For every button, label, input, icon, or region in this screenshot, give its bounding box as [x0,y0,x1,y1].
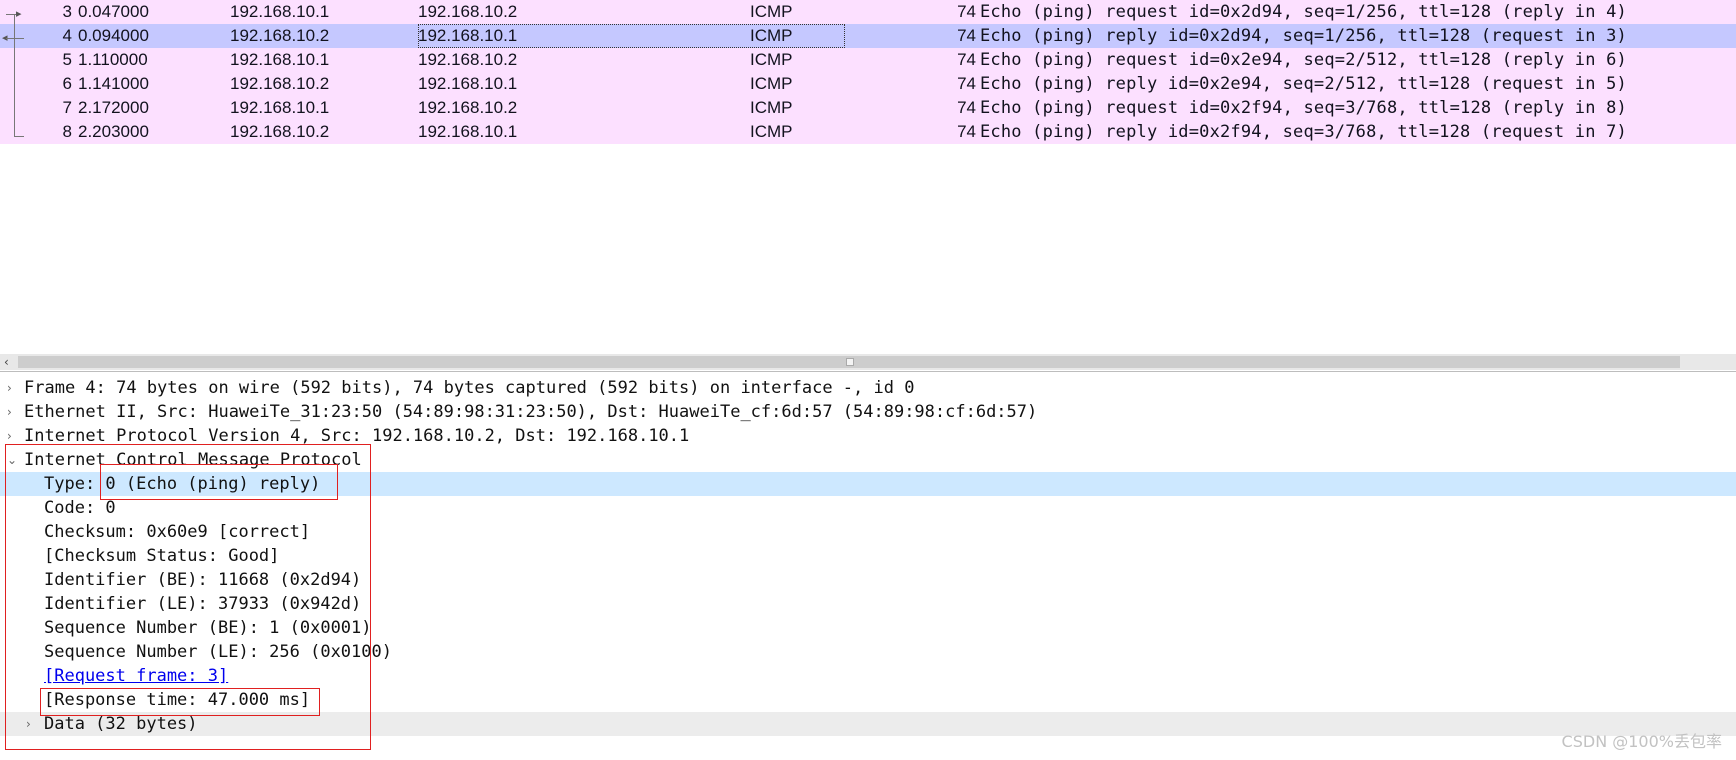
related-request-arrow-icon: ▸ [16,7,22,20]
tree-item-label: Data (32 bytes) [44,714,198,734]
packet-row[interactable]: 6 1.141000 192.168.10.2 192.168.10.1 ICM… [0,72,1736,96]
packet-number: 7 [62,98,72,117]
tree-item-sequence-le[interactable]: Sequence Number (LE): 256 (0x0100) [0,640,1736,664]
packet-time: 2.203000 [78,122,149,141]
packet-details-pane: › Frame 4: 74 bytes on wire (592 bits), … [0,376,1736,760]
tree-item-label: Sequence Number (BE): 1 (0x0001) [44,618,372,638]
tree-item-response-time[interactable]: [Response time: 47.000 ms] [0,688,1736,712]
conversation-line [14,14,15,136]
packet-length: 74 [957,2,976,21]
packet-info: Echo (ping) request id=0x2f94, seq=3/768… [980,98,1627,118]
conversation-tick [14,136,24,137]
packet-source: 192.168.10.2 [230,74,330,93]
pane-splitter[interactable] [0,371,1736,372]
tree-item-frame[interactable]: › Frame 4: 74 bytes on wire (592 bits), … [0,376,1736,400]
tree-item-ethernet[interactable]: › Ethernet II, Src: HuaweiTe_31:23:50 (5… [0,400,1736,424]
tree-item-identifier-le[interactable]: Identifier (LE): 37933 (0x942d) [0,592,1736,616]
request-frame-link[interactable]: [Request frame: 3] [44,664,228,688]
packet-number: 5 [62,50,72,69]
packet-info: Echo (ping) reply id=0x2f94, seq=3/768, … [980,122,1627,142]
chevron-down-icon[interactable]: ⌄ [7,448,17,472]
tree-item-request-frame[interactable]: [Request frame: 3] [0,664,1736,688]
tree-item-label: Sequence Number (LE): 256 (0x0100) [44,642,392,662]
horizontal-scrollbar[interactable]: ‹ [0,354,1736,370]
packet-number: 6 [62,74,72,93]
tree-item-label: [Checksum Status: Good] [44,546,280,566]
packet-destination: 192.168.10.2 [418,2,518,21]
conversation-tick [6,38,24,39]
packet-number: 3 [62,2,72,21]
packet-destination: 192.168.10.2 [418,50,518,69]
tree-item-label: Ethernet II, Src: HuaweiTe_31:23:50 (54:… [24,402,1038,422]
packet-time: 1.141000 [78,74,149,93]
packet-info: Echo (ping) request id=0x2e94, seq=2/512… [980,50,1627,70]
packet-destination: 192.168.10.2 [418,98,518,117]
tree-item-icmp-type[interactable]: Type: 0 (Echo (ping) reply) [0,472,1736,496]
packet-info: Echo (ping) reply id=0x2d94, seq=1/256, … [980,26,1627,46]
packet-protocol: ICMP [750,122,793,141]
packet-time: 0.094000 [78,26,149,45]
tree-item-data[interactable]: › Data (32 bytes) [0,712,1736,736]
tree-item-label: Internet Control Message Protocol [24,450,362,470]
tree-item-label: Identifier (BE): 11668 (0x2d94) [44,570,362,590]
packet-protocol: ICMP [750,26,793,45]
packet-row[interactable]: 7 2.172000 192.168.10.1 192.168.10.2 ICM… [0,96,1736,120]
tree-item-label: Checksum: 0x60e9 [correct] [44,522,311,542]
watermark: CSDN @100%丢包率 [1561,732,1722,751]
packet-protocol: ICMP [750,98,793,117]
chevron-right-icon[interactable]: › [7,400,12,424]
tree-item-ip[interactable]: › Internet Protocol Version 4, Src: 192.… [0,424,1736,448]
packet-source: 192.168.10.2 [230,26,330,45]
packet-source: 192.168.10.1 [230,98,330,117]
packet-length: 74 [957,74,976,93]
packet-source: 192.168.10.2 [230,122,330,141]
packet-time: 0.047000 [78,2,149,21]
packet-row-selected[interactable]: 4 0.094000 192.168.10.2 192.168.10.1 ICM… [0,24,1736,48]
tree-item-icmp[interactable]: ⌄ Internet Control Message Protocol [0,448,1736,472]
packet-source: 192.168.10.1 [230,2,330,21]
packet-length: 74 [957,26,976,45]
packet-row[interactable]: 3 0.047000 192.168.10.1 192.168.10.2 ICM… [0,0,1736,24]
packet-length: 74 [957,122,976,141]
packet-time: 2.172000 [78,98,149,117]
tree-item-label: Type: 0 (Echo (ping) reply) [44,474,321,494]
tree-item-label: [Response time: 47.000 ms] [44,690,311,710]
tree-item-label: Identifier (LE): 37933 (0x942d) [44,594,362,614]
tree-item-sequence-be[interactable]: Sequence Number (BE): 1 (0x0001) [0,616,1736,640]
packet-number: 8 [62,122,72,141]
packet-protocol: ICMP [750,74,793,93]
packet-destination: 192.168.10.1 [418,122,518,141]
packet-source: 192.168.10.1 [230,50,330,69]
packet-destination: 192.168.10.1 [418,74,518,93]
packet-info: Echo (ping) request id=0x2d94, seq=1/256… [980,2,1627,22]
packet-info: Echo (ping) reply id=0x2e94, seq=2/512, … [980,74,1627,94]
tree-item-identifier-be[interactable]: Identifier (BE): 11668 (0x2d94) [0,568,1736,592]
tree-item-checksum[interactable]: Checksum: 0x60e9 [correct] [0,520,1736,544]
packet-row[interactable]: 5 1.110000 192.168.10.1 192.168.10.2 ICM… [0,48,1736,72]
tree-item-label: Internet Protocol Version 4, Src: 192.16… [24,426,690,446]
chevron-right-icon[interactable]: › [7,424,12,448]
chevron-right-icon[interactable]: › [26,712,31,736]
packet-length: 74 [957,50,976,69]
chevron-right-icon[interactable]: › [7,376,12,400]
packet-length: 74 [957,98,976,117]
tree-item-icmp-code[interactable]: Code: 0 [0,496,1736,520]
packet-list-pane: 3 0.047000 192.168.10.1 192.168.10.2 ICM… [0,0,1736,370]
packet-time: 1.110000 [78,50,148,69]
scroll-left-arrow-icon[interactable]: ‹ [4,354,9,370]
packet-row[interactable]: 8 2.203000 192.168.10.2 192.168.10.1 ICM… [0,120,1736,144]
packet-protocol: ICMP [750,2,793,21]
tree-item-label: Frame 4: 74 bytes on wire (592 bits), 74… [24,378,915,398]
scrollbar-grip [846,358,854,366]
packet-protocol: ICMP [750,50,793,69]
conversation-tick [6,14,16,15]
tree-item-label: Code: 0 [44,498,116,518]
tree-item-checksum-status[interactable]: [Checksum Status: Good] [0,544,1736,568]
packet-number: 4 [62,26,72,45]
